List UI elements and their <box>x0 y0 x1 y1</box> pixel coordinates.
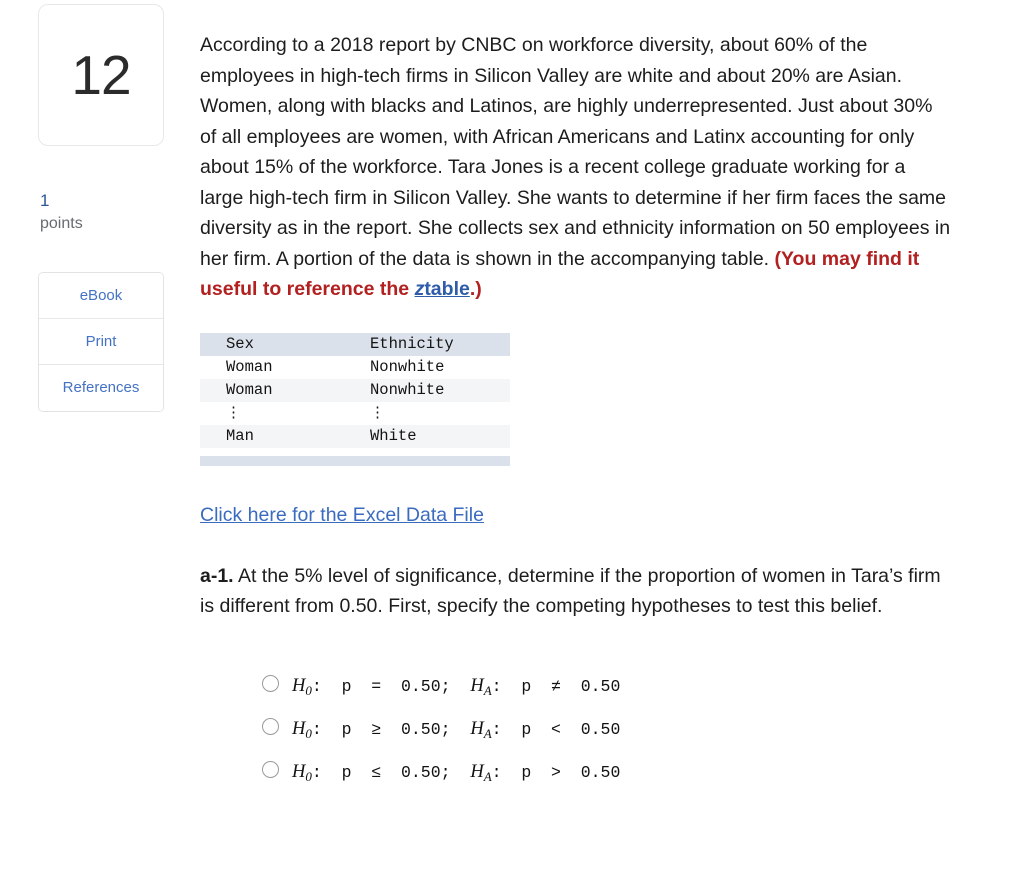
h0-symbol: H <box>292 718 306 739</box>
h0-symbol: H <box>292 761 306 782</box>
table-header-row: Sex Ethnicity <box>200 332 510 356</box>
data-table-container: Sex Ethnicity Woman Nonwhite Woman Nonwh… <box>200 332 510 466</box>
ha-subscript: A <box>483 682 492 698</box>
cell-sex-ellipsis: ⋮ <box>226 404 241 422</box>
h0-expression: : p ≥ 0.50; <box>311 719 471 739</box>
reference-note-close: .) <box>469 278 482 300</box>
cell-sex: Man <box>226 426 254 445</box>
table-footer-bar <box>200 455 510 466</box>
ha-expression: : p < 0.50 <box>491 719 621 739</box>
question-page: 12 1 points eBook Print References Accor… <box>0 0 1024 879</box>
subquestion-label: a-1. <box>200 564 234 587</box>
ebook-button-label: eBook <box>79 286 123 304</box>
print-button-label: Print <box>85 332 117 350</box>
radio-icon[interactable] <box>262 675 279 692</box>
question-stem: According to a 2018 report by CNBC on wo… <box>200 30 952 305</box>
excel-data-file-link[interactable]: Click here for the Excel Data File <box>200 504 484 527</box>
sample-data-table: Sex Ethnicity Woman Nonwhite Woman Nonwh… <box>200 332 510 448</box>
cell-ethnicity: Nonwhite <box>370 357 445 376</box>
option-a-label: H0: p = 0.50; HA: p ≠ 0.50 <box>292 676 620 699</box>
ha-subscript: A <box>483 768 492 784</box>
cell-sex: Woman <box>226 357 273 376</box>
resource-button-group: eBook Print References <box>38 271 164 412</box>
h0-symbol: H <box>292 675 306 696</box>
question-content: According to a 2018 report by CNBC on wo… <box>200 0 990 795</box>
z-table-link-z: z <box>414 278 425 300</box>
points-block: 1 points <box>38 190 200 235</box>
excel-data-file-label: Click here for the Excel Data File <box>200 503 484 526</box>
references-button-label: References <box>62 379 140 397</box>
ha-symbol: H <box>470 718 484 739</box>
ha-expression: : p > 0.50 <box>491 762 621 782</box>
points-label: points <box>40 214 83 232</box>
h0-expression: : p = 0.50; <box>311 676 471 696</box>
table-row: Woman Nonwhite <box>200 378 510 402</box>
z-table-link-word[interactable]: table <box>424 278 470 300</box>
h0-expression: : p ≤ 0.50; <box>311 762 471 782</box>
ha-expression: : p ≠ 0.50 <box>491 676 621 696</box>
option-b-label: H0: p ≥ 0.50; HA: p < 0.50 <box>292 719 620 742</box>
cell-sex: Woman <box>226 380 273 399</box>
references-button[interactable]: References <box>39 364 163 411</box>
column-header-ethnicity: Ethnicity <box>370 334 454 353</box>
radio-icon[interactable] <box>262 761 279 778</box>
cell-ethnicity-ellipsis: ⋮ <box>370 404 385 422</box>
question-number-box: 12 <box>38 4 164 146</box>
option-a[interactable]: H0: p = 0.50; HA: p ≠ 0.50 <box>262 666 952 709</box>
question-number: 12 <box>71 43 131 106</box>
table-body: Woman Nonwhite Woman Nonwhite ⋮ ⋮ Man Wh… <box>200 355 510 448</box>
column-header-sex: Sex <box>226 334 254 353</box>
points-value: 1 <box>40 191 50 210</box>
answer-options: H0: p = 0.50; HA: p ≠ 0.50 H0: p ≥ 0.50;… <box>200 666 952 795</box>
ebook-button[interactable]: eBook <box>39 272 163 319</box>
radio-icon[interactable] <box>262 718 279 735</box>
cell-ethnicity: Nonwhite <box>370 380 445 399</box>
ha-subscript: A <box>483 725 492 741</box>
subquestion-text: At the 5% level of significance, determi… <box>200 564 941 618</box>
table-head: Sex Ethnicity <box>200 332 510 356</box>
table-row: Woman Nonwhite <box>200 355 510 379</box>
option-b[interactable]: H0: p ≥ 0.50; HA: p < 0.50 <box>262 709 952 752</box>
option-c-label: H0: p ≤ 0.50; HA: p > 0.50 <box>292 762 620 785</box>
ha-symbol: H <box>470 761 484 782</box>
subquestion-a1: a-1. At the 5% level of significance, de… <box>200 561 952 622</box>
question-sidebar: 12 1 points eBook Print References <box>0 0 200 412</box>
z-table-link-label: table <box>424 278 470 300</box>
ha-symbol: H <box>470 675 484 696</box>
table-row: Man White <box>200 424 510 448</box>
print-button[interactable]: Print <box>39 318 163 365</box>
z-table-link[interactable]: z <box>415 278 425 300</box>
option-c[interactable]: H0: p ≤ 0.50; HA: p > 0.50 <box>262 752 952 795</box>
question-stem-body: According to a 2018 report by CNBC on wo… <box>200 34 951 270</box>
table-row-ellipsis: ⋮ ⋮ <box>200 401 510 425</box>
cell-ethnicity: White <box>370 426 417 445</box>
